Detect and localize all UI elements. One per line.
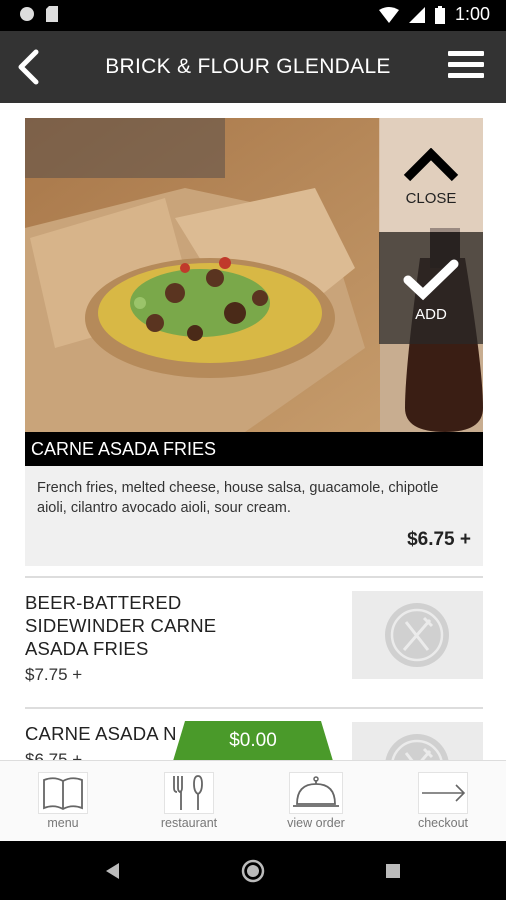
item-thumbnail <box>352 591 483 679</box>
fork-knife-icon <box>164 772 214 814</box>
book-icon <box>38 772 88 814</box>
nav-checkout-label: checkout <box>417 816 469 830</box>
status-time: 1:00 <box>454 4 490 24</box>
hamburger-bar <box>448 62 484 67</box>
nav-menu-label: menu <box>47 816 79 830</box>
fork-knife-placeholder-icon <box>385 734 449 760</box>
close-label: CLOSE <box>405 190 457 207</box>
featured-item-description-box: French fries, melted cheese, house salsa… <box>25 466 483 566</box>
menu-list[interactable]: CLOSE ADD CARNE ASADA FRIES French fries… <box>0 103 506 760</box>
featured-item-photo: CLOSE ADD <box>25 118 483 432</box>
system-back-icon[interactable] <box>103 861 123 881</box>
nav-menu[interactable]: menu <box>0 761 126 842</box>
cart-total: $0.00 <box>229 730 277 751</box>
nav-restaurant[interactable]: restaurant <box>126 761 252 842</box>
notification-dot-icon <box>20 7 34 21</box>
featured-item-name: CARNE ASADA FRIES <box>25 432 483 466</box>
nav-view-order-label: view order <box>287 816 345 830</box>
signal-icon <box>408 6 425 23</box>
featured-item-price: $6.75 + <box>407 529 471 550</box>
arrow-right-icon <box>418 772 468 814</box>
fork-knife-placeholder-icon <box>385 603 449 667</box>
add-button[interactable]: ADD <box>379 232 483 344</box>
chevron-up-icon <box>403 148 459 182</box>
close-button[interactable]: CLOSE <box>379 118 483 232</box>
wifi-icon <box>378 6 399 23</box>
featured-item-description: French fries, melted cheese, house salsa… <box>37 480 439 516</box>
status-bar: 1:00 <box>0 0 506 31</box>
battery-icon <box>434 5 445 24</box>
hamburger-bar <box>448 73 484 78</box>
list-item[interactable]: BEER-BATTERED SIDEWINDER CARNE ASADA FRI… <box>25 591 483 691</box>
divider <box>25 576 483 578</box>
cloche-icon <box>289 772 343 814</box>
cart-total-button[interactable]: $0.00 <box>173 721 333 761</box>
system-recents-icon[interactable] <box>384 862 402 880</box>
featured-item-card: CLOSE ADD CARNE ASADA FRIES French fries… <box>25 118 483 566</box>
nav-restaurant-label: restaurant <box>160 816 218 830</box>
app-bar: BRICK & FLOUR GLENDALE <box>0 31 506 103</box>
checkmark-icon <box>403 259 459 301</box>
system-home-icon[interactable] <box>240 858 266 884</box>
add-label: ADD <box>415 306 447 323</box>
page-title: BRICK & FLOUR GLENDALE <box>105 55 391 78</box>
nav-checkout[interactable]: checkout <box>380 761 506 842</box>
divider <box>25 707 483 709</box>
item-thumbnail <box>352 722 483 760</box>
chevron-left-icon <box>18 49 39 85</box>
sd-card-icon <box>46 6 58 22</box>
system-navigation-bar <box>0 841 506 900</box>
hamburger-bar <box>448 51 484 56</box>
hamburger-menu-button[interactable] <box>448 51 484 81</box>
nav-view-order[interactable]: view order <box>253 761 379 842</box>
bottom-navigation: menu restaurant view order checkout <box>0 760 506 842</box>
back-button[interactable] <box>14 49 44 85</box>
